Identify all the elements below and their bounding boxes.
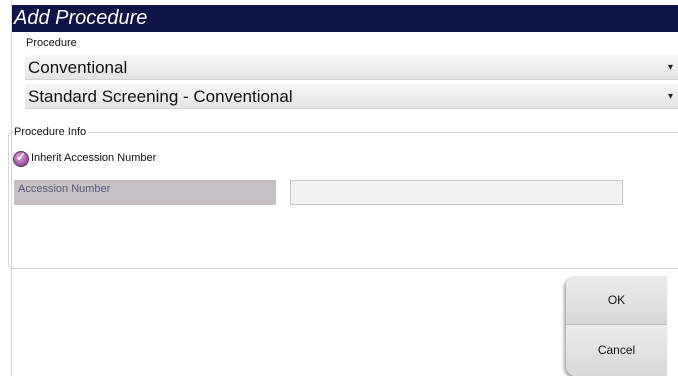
procedure-type-dropdown[interactable]: Conventional ▾	[25, 55, 678, 80]
dialog-title: Add Procedure	[12, 5, 678, 32]
chevron-down-icon: ▾	[667, 62, 673, 73]
inherit-accession-checkbox[interactable]: ✓	[13, 150, 29, 167]
accession-number-label: Accession Number	[14, 180, 276, 205]
cancel-button[interactable]: Cancel	[566, 325, 667, 376]
checkmark-icon: ✓	[16, 150, 27, 164]
chevron-down-icon: ▾	[667, 91, 673, 102]
inherit-accession-label[interactable]: Inherit Accession Number	[31, 152, 156, 164]
accession-number-input[interactable]	[290, 180, 623, 205]
ok-button[interactable]: OK	[566, 276, 667, 325]
procedure-value: Standard Screening - Conventional	[28, 87, 293, 106]
procedure-info-group-label: Procedure Info	[14, 126, 89, 138]
dialog-button-stack: OK Cancel	[566, 276, 667, 376]
procedure-dropdown[interactable]: Standard Screening - Conventional ▾	[25, 84, 678, 109]
procedure-type-value: Conventional	[28, 58, 128, 77]
procedure-group-label: Procedure	[26, 37, 77, 49]
